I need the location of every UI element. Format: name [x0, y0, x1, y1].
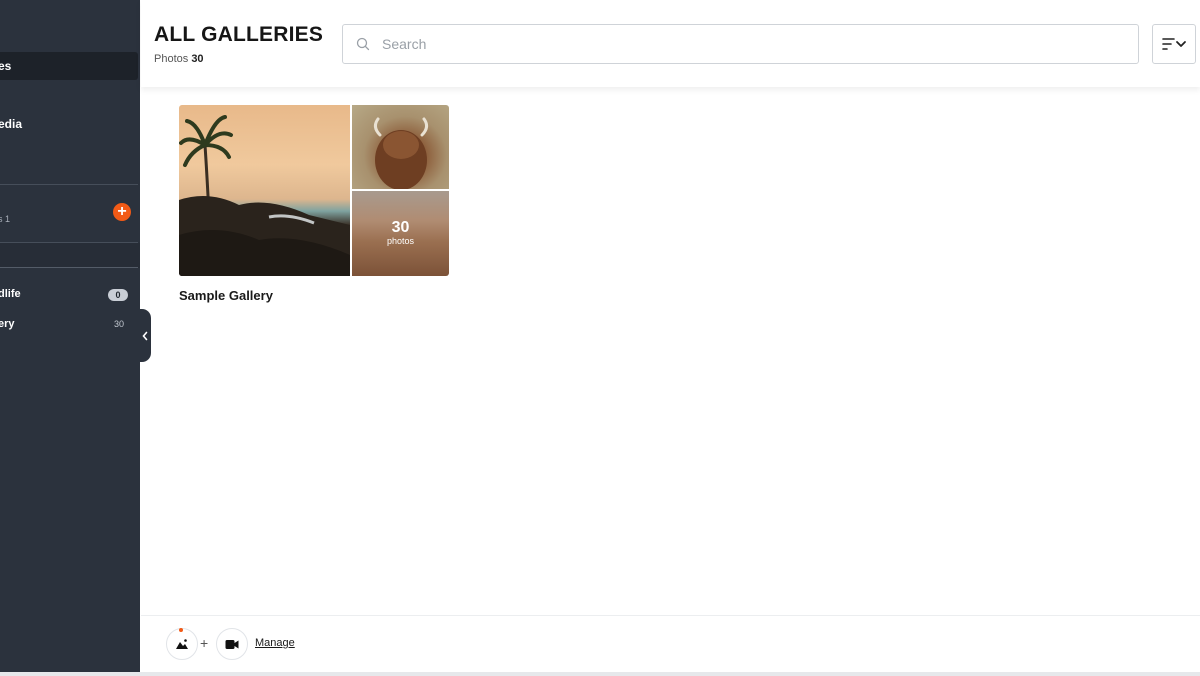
sidebar-divider [0, 267, 138, 268]
photos-label: Photos [154, 53, 189, 65]
highland-cow-photo [352, 105, 449, 190]
photo-count-label: photos [386, 236, 415, 246]
gallery-thumbnail[interactable]: 30 photos [179, 105, 449, 276]
manage-link[interactable]: Manage [255, 637, 295, 649]
album-label: dlife [0, 288, 21, 300]
chevron-left-icon [141, 331, 147, 340]
search-input[interactable] [380, 35, 1124, 53]
sidebar-item-label: es [0, 59, 12, 73]
search-box[interactable] [342, 24, 1139, 64]
add-album-button[interactable]: + [113, 203, 131, 221]
sort-button[interactable] [1152, 24, 1196, 64]
plus-separator: + [200, 635, 209, 651]
album-count-badge: 0 [108, 289, 128, 301]
sidebar-item-label: edia [0, 117, 23, 131]
sidebar-collapse-button[interactable] [138, 309, 151, 362]
gallery-card[interactable]: 30 photos Sample Gallery [179, 105, 449, 303]
add-photos-button[interactable] [166, 628, 198, 660]
page-title: ALL GALLERIES [154, 23, 324, 46]
notification-dot [179, 628, 183, 632]
page-header: ALL GALLERIES Photos 30 [141, 0, 1200, 87]
beach-photo [179, 105, 350, 276]
window-bottom-edge [0, 672, 1200, 676]
image-icon [176, 639, 188, 649]
sort-icon [1162, 38, 1186, 50]
sidebar-item-galleries[interactable]: es [0, 52, 138, 80]
photo-count: 30 [391, 219, 410, 236]
photos-summary: Photos 30 [154, 53, 204, 65]
gallery-title[interactable]: Sample Gallery [179, 288, 449, 303]
sidebar-divider [0, 184, 138, 185]
sidebar-sub-label: s 1 [0, 214, 11, 224]
photo-count-overlay: 30 photos [352, 191, 449, 276]
photos-count: 30 [191, 53, 204, 65]
album-count: 30 [113, 319, 124, 329]
video-camera-icon [225, 639, 239, 649]
search-icon [356, 37, 370, 51]
add-video-button[interactable] [216, 628, 248, 660]
album-label: ery [0, 318, 15, 330]
plus-icon: + [117, 203, 127, 220]
sidebar-item-media[interactable]: edia [0, 114, 22, 134]
footer-toolbar: + Manage [141, 615, 1200, 673]
sidebar: es edia s 1 + dlife 0 ery 30 [0, 0, 140, 672]
sidebar-section-band [0, 243, 140, 268]
